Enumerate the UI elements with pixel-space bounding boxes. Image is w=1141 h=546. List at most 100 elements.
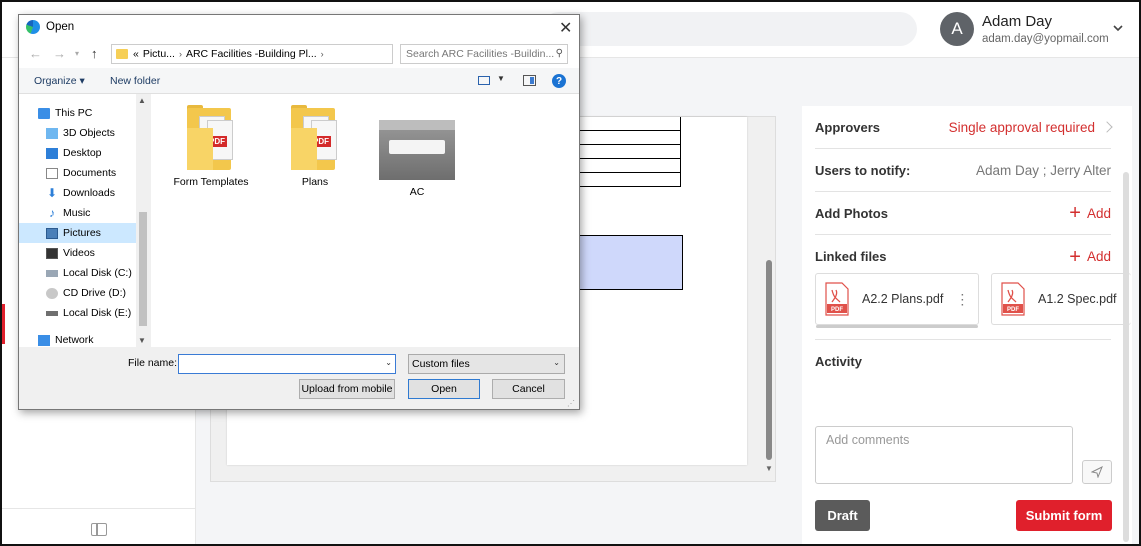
tree-item-label: CD Drive (D:) <box>63 287 126 299</box>
notify-row: Users to notify: Adam Day ; Jerry Alter <box>815 149 1111 192</box>
tree-item-downloads[interactable]: ⬇ Downloads <box>19 183 150 203</box>
open-file-dialog: Open ✕ ← → ▾ ↑ « Pictu... › ARC Faciliti… <box>18 14 580 410</box>
download-icon: ⬇ <box>46 185 58 200</box>
help-icon[interactable]: ? <box>552 74 566 88</box>
tree-item-label: Downloads <box>63 187 115 199</box>
tree-item-cd-drive-d[interactable]: CD Drive (D:) <box>19 283 150 303</box>
search-placeholder: Search ARC Facilities -Buildin... <box>406 48 555 60</box>
organize-button[interactable]: Organize ▾ <box>34 75 85 87</box>
view-mode-icon[interactable] <box>478 76 490 85</box>
open-button[interactable]: Open <box>408 379 480 399</box>
send-icon <box>1091 466 1103 478</box>
linked-file-card[interactable]: PDF A1.2 Spec.pdf <box>991 273 1131 325</box>
folder-search-input[interactable]: Search ARC Facilities -Buildin... ⚲ <box>400 44 568 64</box>
cancel-button[interactable]: Cancel <box>492 379 565 399</box>
tree-item-music[interactable]: ♪ Music <box>19 203 150 223</box>
back-arrow-icon[interactable]: ← <box>29 46 42 61</box>
linked-file-name: A2.2 Plans.pdf <box>862 292 944 306</box>
approvers-value[interactable]: Single approval required <box>949 120 1095 135</box>
add-photos-button[interactable]: + Add <box>1069 203 1111 223</box>
comment-input[interactable]: Add comments <box>815 426 1073 484</box>
new-folder-button[interactable]: New folder <box>110 75 160 87</box>
cd-icon <box>46 287 58 299</box>
path-overflow[interactable]: « <box>133 48 139 60</box>
resize-grip-icon[interactable]: ⋰ <box>567 399 575 408</box>
photos-row: Add Photos + Add <box>815 192 1111 235</box>
path-segment[interactable]: Pictu... <box>143 48 175 60</box>
approvers-label: Approvers <box>815 119 881 135</box>
tree-item-local-disk-e[interactable]: Local Disk (E:) <box>19 303 150 323</box>
up-arrow-icon[interactable]: ↑ <box>91 46 98 61</box>
pictures-icon <box>46 227 58 239</box>
chevron-down-icon[interactable]: ⌄ <box>385 358 392 367</box>
send-comment-button[interactable] <box>1082 460 1112 484</box>
activity-row: Activity <box>815 339 1111 382</box>
notify-users[interactable]: Adam Day ; Jerry Alter <box>976 163 1111 178</box>
chevron-right-icon[interactable]: › <box>321 49 324 59</box>
recent-locations-icon[interactable]: ▾ <box>75 49 79 58</box>
close-icon[interactable]: ✕ <box>559 18 572 38</box>
file-item-form-templates[interactable]: PDF Form Templates <box>165 105 257 188</box>
chevron-right-icon[interactable] <box>1101 121 1113 133</box>
document-highlight-box <box>579 235 683 290</box>
tree-item-desktop[interactable]: Desktop <box>19 143 150 163</box>
linked-files-label: Linked files <box>815 249 887 264</box>
tree-item-pictures[interactable]: Pictures <box>19 223 150 243</box>
user-avatar[interactable]: A <box>940 12 974 46</box>
file-name: Form Templates <box>173 176 249 188</box>
approvers-row[interactable]: Approvers Single approval required <box>815 106 1113 149</box>
tree-item-label: Network <box>55 334 94 346</box>
file-list: PDF Form Templates PDF Plans AC <box>151 94 579 347</box>
file-item-plans[interactable]: PDF Plans <box>269 105 361 188</box>
panel-scrollbar[interactable] <box>1123 172 1129 542</box>
submit-form-button[interactable]: Submit form <box>1016 500 1112 531</box>
tree-item-local-disk-c[interactable]: Local Disk (C:) <box>19 263 150 283</box>
address-bar[interactable]: « Pictu... › ARC Facilities -Building Pl… <box>111 44 393 64</box>
more-options-icon[interactable]: ⋮ <box>955 292 969 306</box>
tree-item-label: Local Disk (E:) <box>63 307 132 319</box>
scroll-up-icon[interactable]: ▲ <box>138 96 146 105</box>
plus-icon: + <box>1069 245 1081 268</box>
folder-icon <box>116 49 128 59</box>
user-name: Adam Day <box>982 13 1053 30</box>
dialog-footer: File name: ⌄ Custom files ⌄ Upload from … <box>19 347 579 409</box>
navigation-tree: This PC 3D Objects Desktop Documents ⬇ D… <box>19 94 150 347</box>
network-icon <box>38 334 50 346</box>
desktop-icon <box>46 147 58 159</box>
view-dropdown-icon[interactable]: ▼ <box>497 74 505 83</box>
global-search-bar[interactable] <box>542 12 917 46</box>
linked-file-name: A1.2 Spec.pdf <box>1038 292 1117 306</box>
chevron-down-icon[interactable] <box>1111 21 1125 35</box>
tree-item-3d-objects[interactable]: 3D Objects <box>19 123 150 143</box>
dialog-title: Open <box>46 21 75 33</box>
upload-from-mobile-button[interactable]: Upload from mobile <box>299 379 395 399</box>
scrollbar-thumb[interactable] <box>139 212 147 326</box>
chevron-right-icon[interactable]: › <box>179 49 182 59</box>
tree-scrollbar[interactable]: ▲ ▼ <box>136 94 150 347</box>
tree-item-label: Documents <box>63 167 117 179</box>
dialog-nav-bar: ← → ▾ ↑ « Pictu... › ARC Facilities -Bui… <box>19 40 579 68</box>
tree-item-videos[interactable]: Videos <box>19 243 150 263</box>
scrollbar-thumb[interactable] <box>766 260 772 460</box>
plus-icon: + <box>1069 202 1081 224</box>
document-scrollbar[interactable]: ▼ <box>764 116 774 476</box>
file-name-input[interactable]: ⌄ <box>178 354 396 374</box>
tree-item-label: Desktop <box>63 147 102 159</box>
preview-pane-icon[interactable] <box>523 75 536 86</box>
scroll-down-icon[interactable]: ▼ <box>765 464 773 473</box>
forward-arrow-icon[interactable]: → <box>53 46 66 61</box>
linked-file-card[interactable]: PDF A2.2 Plans.pdf ⋮ <box>815 273 979 328</box>
form-side-panel: Approvers Single approval required Users… <box>802 106 1132 544</box>
draft-button[interactable]: Draft <box>815 500 870 531</box>
tree-item-this-pc[interactable]: This PC <box>19 103 150 123</box>
tree-item-documents[interactable]: Documents <box>19 163 150 183</box>
add-linked-file-button[interactable]: + Add <box>1069 247 1111 267</box>
file-item-ac[interactable]: AC <box>371 120 463 198</box>
path-segment[interactable]: ARC Facilities -Building Pl... <box>186 48 317 60</box>
user-email: adam.day@yopmail.com <box>982 33 1109 45</box>
active-nav-indicator <box>2 304 5 344</box>
scroll-down-icon[interactable]: ▼ <box>138 336 146 345</box>
pdf-file-icon: PDF <box>1001 282 1025 316</box>
file-type-select[interactable]: Custom files ⌄ <box>408 354 565 374</box>
collapse-sidebar-icon[interactable] <box>91 523 107 536</box>
